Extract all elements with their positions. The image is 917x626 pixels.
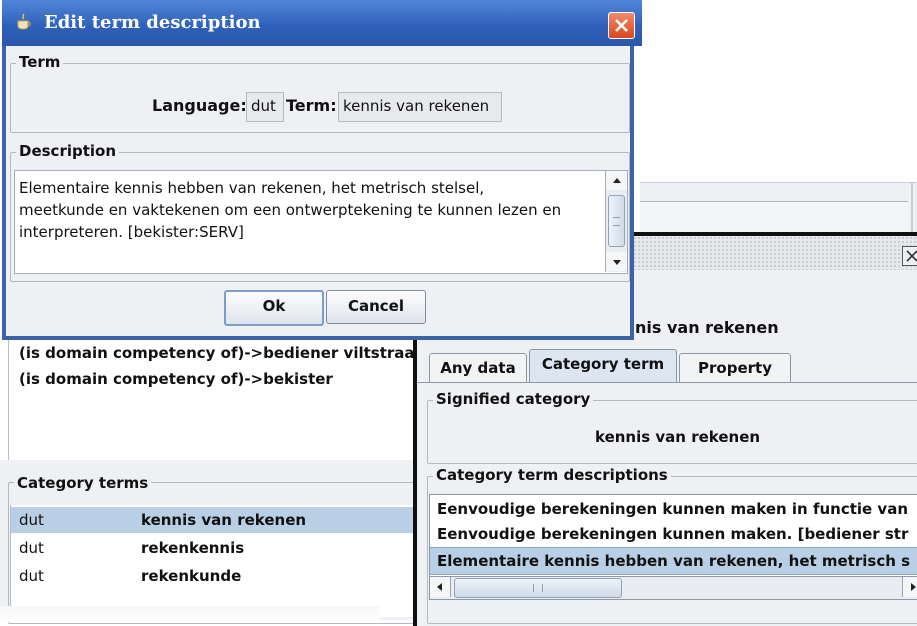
- tab-category-term[interactable]: Category term: [529, 349, 677, 383]
- list-item[interactable]: Eenvoudige berekeningen kunnen maken in …: [430, 496, 917, 522]
- scroll-left-button[interactable]: [430, 577, 451, 597]
- term-field[interactable]: kennis van rekenen: [338, 92, 502, 122]
- tab-property[interactable]: Property: [679, 353, 791, 383]
- descriptions-list[interactable]: Eenvoudige berekeningen kunnen maken in …: [429, 494, 917, 578]
- term-language: dut: [19, 511, 44, 529]
- background-divider: [911, 183, 913, 233]
- table-row[interactable]: dut kennis van rekenen: [11, 507, 421, 533]
- competency-item[interactable]: (is domain competency of)->bekister: [19, 370, 333, 388]
- close-icon: [906, 250, 917, 262]
- edit-term-description-dialog: Edit term description Term Language: dut…: [2, 0, 642, 340]
- vertical-scrollbar[interactable]: [605, 171, 627, 272]
- background-fade: [0, 606, 380, 622]
- description-text: Elementaire kennis hebben van rekenen, h…: [437, 552, 911, 570]
- competency-item[interactable]: (is domain competency of)->bediener vilt…: [19, 344, 415, 362]
- grip-icon: [533, 584, 543, 592]
- description-text: Eenvoudige berekeningen kunnen maken in …: [437, 500, 908, 518]
- scrollbar-thumb[interactable]: [608, 195, 625, 247]
- description-text[interactable]: Elementaire kennis hebben van rekenen, h…: [19, 177, 599, 243]
- horizontal-scrollbar[interactable]: [429, 576, 917, 600]
- background-top-strip: [640, 182, 917, 233]
- term-name: kennis van rekenen: [141, 511, 307, 529]
- table-row[interactable]: dut rekenkennis: [11, 535, 421, 561]
- list-item[interactable]: Eenvoudige berekeningen kunnen maken. [b…: [430, 521, 917, 547]
- arrow-right-icon: [911, 583, 916, 591]
- arrow-up-icon: [612, 177, 621, 183]
- close-button[interactable]: [902, 246, 917, 266]
- descriptions-legend: Category term descriptions: [433, 466, 671, 484]
- term-label: Term:: [286, 96, 337, 115]
- description-line: meetkunde en vaktekenen om een ontwerpte…: [19, 201, 562, 219]
- signified-category-legend: Signified category: [433, 390, 594, 408]
- term-language: dut: [19, 567, 44, 585]
- dialog-title: Edit term description: [44, 12, 261, 33]
- description-line: interpreteren. [bekister:SERV]: [19, 223, 244, 241]
- term-legend: Term: [16, 53, 64, 71]
- list-item[interactable]: Elementaire kennis hebben van rekenen, h…: [430, 547, 917, 575]
- cancel-button[interactable]: Cancel: [326, 290, 426, 324]
- scroll-up-button[interactable]: [606, 171, 627, 190]
- language-field[interactable]: dut: [246, 92, 284, 122]
- term-name: rekenkennis: [141, 539, 245, 557]
- arrow-left-icon: [437, 583, 442, 591]
- category-terms-legend: Category terms: [14, 474, 152, 492]
- close-icon: [615, 19, 628, 32]
- description-line: Elementaire kennis hebben van rekenen, h…: [19, 179, 485, 197]
- term-heading: nis van rekenen: [635, 318, 779, 337]
- term-language: dut: [19, 539, 44, 557]
- arrow-down-icon: [612, 259, 621, 265]
- close-button[interactable]: [608, 12, 635, 39]
- scroll-right-button[interactable]: [902, 577, 917, 597]
- tab-any-data[interactable]: Any data: [429, 353, 527, 383]
- description-textarea[interactable]: Elementaire kennis hebben van rekenen, h…: [14, 170, 628, 274]
- grip-icon: [613, 217, 620, 226]
- description-text: Eenvoudige berekeningen kunnen maken. [b…: [437, 525, 909, 543]
- signified-category-value: kennis van rekenen: [595, 428, 761, 446]
- scrollbar-thumb[interactable]: [454, 578, 622, 598]
- dialog-titlebar[interactable]: Edit term description: [2, 0, 642, 46]
- table-row[interactable]: dut rekenkunde: [11, 563, 421, 589]
- language-label: Language:: [152, 96, 247, 115]
- scroll-down-button[interactable]: [606, 252, 627, 271]
- description-legend: Description: [16, 142, 120, 160]
- competency-list[interactable]: (is domain competency of)->bediener vilt…: [8, 336, 430, 465]
- tab-divider: [417, 382, 917, 383]
- background-field: [640, 201, 908, 232]
- category-terms-list[interactable]: dut kennis van rekenen dut rekenkennis d…: [10, 505, 421, 617]
- java-cup-icon: [17, 13, 31, 30]
- term-name: rekenkunde: [141, 567, 242, 585]
- ok-button[interactable]: Ok: [224, 290, 324, 326]
